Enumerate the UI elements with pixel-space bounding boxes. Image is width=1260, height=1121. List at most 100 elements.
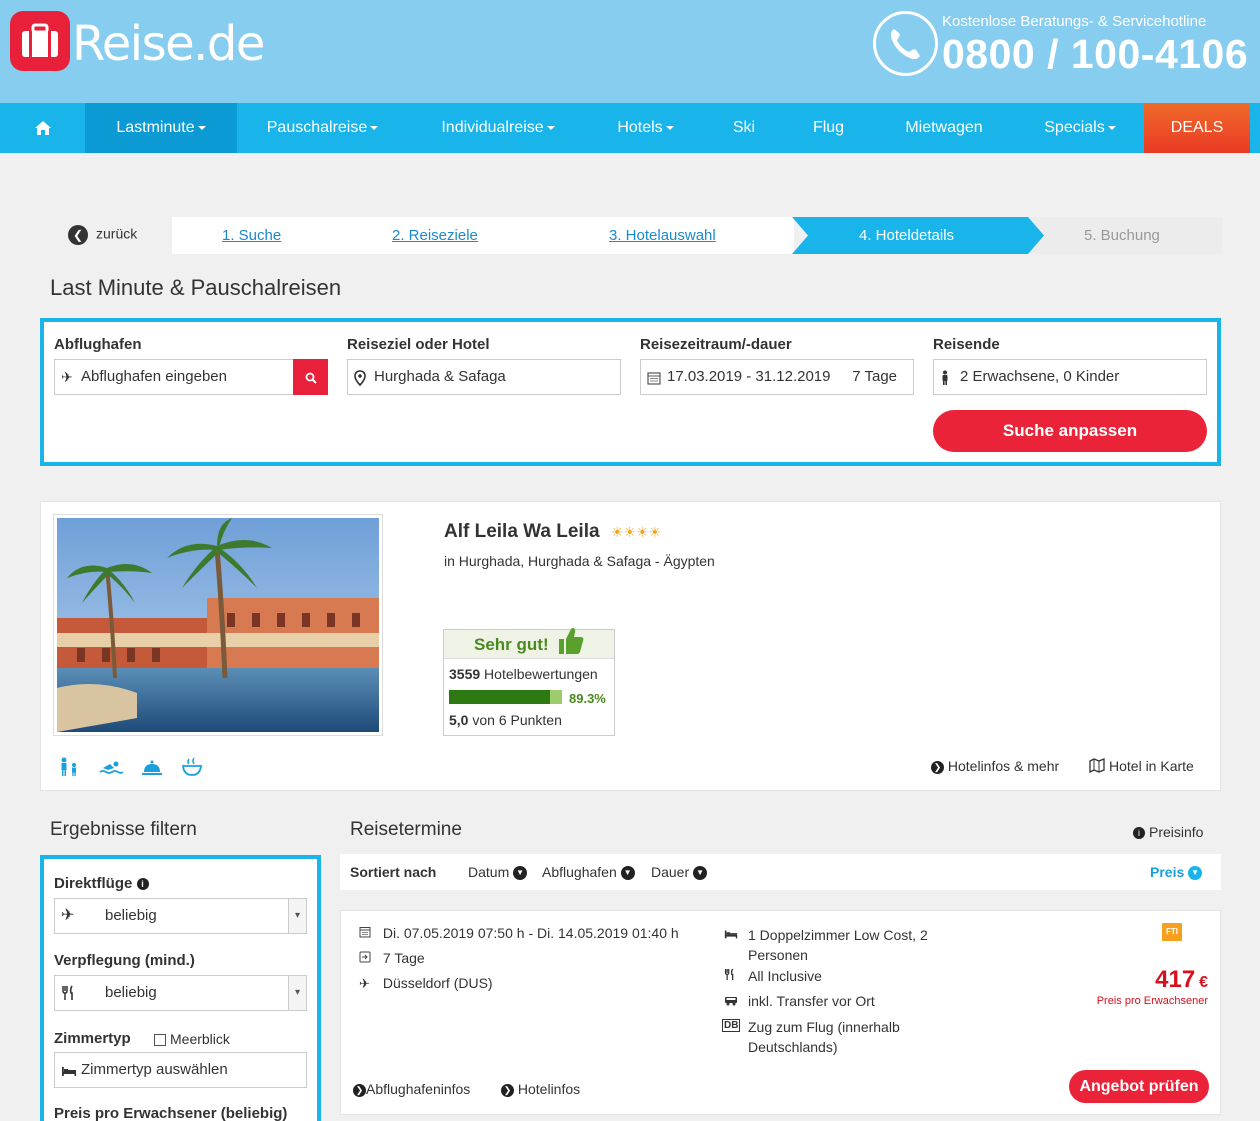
board-select[interactable]: beliebig ▾: [54, 975, 307, 1011]
nav-mietwagen[interactable]: Mietwagen: [872, 103, 1016, 153]
calendar-icon: [647, 360, 661, 394]
search-icon[interactable]: [293, 359, 328, 395]
offer-airport-text: Düsseldorf (DUS): [382, 975, 493, 991]
offer-dates: Di. 07.05.2019 07:50 h - Di. 14.05.2019 …: [359, 925, 679, 941]
nav-specials[interactable]: Specials: [1016, 103, 1144, 153]
sort-bar: Sortiert nach Datum ▼ Abflughafen ▼ Daue…: [340, 854, 1221, 890]
hotel-card: Alf Leila Wa Leila ☀☀☀☀ in Hurghada, Hur…: [40, 501, 1221, 791]
sort-duration[interactable]: Dauer ▼: [651, 864, 708, 881]
direct-flights-select[interactable]: ✈ beliebig ▾: [54, 898, 307, 934]
offer-transfer-text: inkl. Transfer vor Ort: [748, 993, 875, 1009]
board-label: Verpflegung (mind.): [54, 952, 195, 969]
board-value: beliebig: [105, 984, 157, 1001]
sort-airport[interactable]: Abflughafen ▼: [542, 864, 635, 881]
offer-dates-text: Di. 07.05.2019 07:50 h - Di. 14.05.2019 …: [382, 925, 679, 941]
site-logo[interactable]: Reise.de: [72, 14, 265, 74]
rating-header: Sehr gut!: [444, 628, 614, 659]
direct-flights-label: Direktflüge i: [54, 875, 149, 892]
step-suche[interactable]: 1. Suche: [222, 217, 281, 254]
offer-transfer: inkl. Transfer vor Ort: [724, 993, 875, 1009]
chevron-down-icon: ▾: [288, 899, 306, 933]
review-count-line: 3559 Hotelbewertungen: [449, 666, 598, 682]
nav-pauschalreise[interactable]: Pauschalreise: [237, 103, 408, 153]
nav-flug[interactable]: Flug: [785, 103, 872, 153]
check-offer-button[interactable]: Angebot prüfen: [1069, 1070, 1209, 1103]
sort-price[interactable]: Preis ▼: [1150, 864, 1203, 881]
offer-hotel-info-link[interactable]: ❯ Hotelinfos: [501, 1081, 580, 1097]
room-type-label: Zimmertyp: [54, 1030, 131, 1047]
destination-input[interactable]: Hurghada & Safaga: [347, 359, 621, 395]
period-value: 17.03.2019 - 31.12.2019: [667, 368, 831, 385]
calendar-icon: [359, 926, 373, 941]
nav-ski[interactable]: Ski: [703, 103, 785, 153]
nav-deals[interactable]: DEALS: [1144, 103, 1250, 153]
info-icon[interactable]: i: [136, 878, 149, 891]
nav-hotels[interactable]: Hotels: [588, 103, 703, 153]
results-title: Reisetermine: [350, 819, 462, 840]
offer-duration: 7 Tage: [359, 950, 425, 966]
hotel-name[interactable]: Alf Leila Wa Leila ☀☀☀☀: [444, 521, 661, 543]
direct-flights-value: beliebig: [105, 907, 157, 924]
search-form: Abflughafen ✈ Abflughafen eingeben Reise…: [40, 318, 1221, 466]
step-hoteldetails: 4. Hoteldetails: [859, 227, 955, 244]
hotline-label: Kostenlose Beratungs- & Servicehotline: [942, 13, 1207, 30]
main-nav: Lastminute Pauschalreise Individualreise…: [0, 103, 1260, 153]
chevron-left-icon: ❮: [68, 225, 88, 245]
room-type-placeholder: Zimmertyp auswählen: [81, 1061, 228, 1078]
travellers-input[interactable]: 2 Erwachsene, 0 Kinder: [933, 359, 1207, 395]
room-type-input[interactable]: Zimmertyp auswählen: [54, 1052, 307, 1088]
departure-input[interactable]: ✈ Abflughafen eingeben: [54, 359, 294, 395]
hotel-map-link[interactable]: Hotel in Karte: [1089, 758, 1194, 776]
search-submit-button[interactable]: Suche anpassen: [933, 410, 1207, 452]
sort-duration-label: Dauer: [651, 864, 690, 880]
step-reiseziele[interactable]: 2. Reiseziele: [392, 217, 478, 254]
travellers-value: 2 Erwachsene, 0 Kinder: [960, 368, 1120, 385]
step-hotelauswahl[interactable]: 3. Hotelauswahl: [609, 217, 716, 254]
offer-room: 1 Doppelzimmer Low Cost, 2 Personen: [724, 925, 964, 965]
sort-label: Sortiert nach: [350, 864, 437, 880]
period-input[interactable]: 17.03.2019 - 31.12.2019 7 Tage: [640, 359, 914, 395]
hotel-name-text: Alf Leila Wa Leila: [444, 521, 600, 542]
hotel-info-link[interactable]: ❯ Hotelinfos & mehr: [931, 758, 1059, 774]
family-icon: [59, 757, 81, 780]
departure-placeholder: Abflughafen eingeben: [81, 368, 227, 385]
chevron-down-icon: ▾: [288, 976, 306, 1010]
back-link[interactable]: ❮ zurück: [68, 225, 137, 245]
airport-info-label: Abflughafeninfos: [366, 1081, 471, 1097]
travellers-label: Reisende: [933, 336, 1000, 353]
chevron-down-icon: ▼: [693, 866, 708, 881]
duration-icon: [359, 951, 373, 966]
rating-box[interactable]: Sehr gut! 3559 Hotelbewertungen 89.3% 5,…: [443, 628, 615, 736]
recommend-bar-fill: [449, 690, 550, 704]
offer-price-currency: €: [1199, 974, 1208, 991]
offer-price-value: 417: [1155, 966, 1196, 993]
price-filter-label: Preis pro Erwachsener (beliebig): [54, 1105, 288, 1121]
hotel-photo[interactable]: [53, 514, 383, 736]
offer-hotel-info-label: Hotelinfos: [517, 1081, 581, 1097]
price-info-link[interactable]: i Preisinfo: [1133, 824, 1203, 840]
nav-individualreise[interactable]: Individualreise: [408, 103, 588, 153]
nav-lastminute[interactable]: Lastminute: [85, 103, 237, 153]
cutlery-icon: [724, 968, 744, 984]
bed-icon: [61, 1053, 77, 1087]
destination-label: Reiseziel oder Hotel: [347, 336, 490, 353]
seaview-label: Meerblick: [170, 1031, 230, 1047]
airport-info-link[interactable]: ❯ Abflughafeninfos: [353, 1081, 470, 1097]
person-icon: [940, 360, 950, 394]
cutlery-icon: [61, 976, 75, 1010]
offer-board: All Inclusive: [724, 968, 822, 984]
sort-airport-label: Abflughafen: [542, 864, 617, 880]
period-label: Reisezeitraum/-dauer: [640, 336, 792, 353]
score-value: 5,0: [449, 712, 469, 728]
offer-train: DB Zug zum Flug (innerhalb Deutschlands): [722, 1017, 964, 1057]
hotel-stars: ☀☀☀☀: [610, 524, 662, 540]
suitcase-logo-icon[interactable]: [10, 11, 70, 71]
home-icon[interactable]: [0, 103, 85, 153]
rating-label: Sehr gut!: [474, 635, 549, 654]
checkbox-box: [154, 1034, 166, 1047]
bed-icon: [724, 925, 738, 945]
sort-date[interactable]: Datum ▼: [468, 864, 528, 881]
seaview-checkbox[interactable]: Meerblick: [154, 1031, 230, 1047]
offer-duration-text: 7 Tage: [382, 950, 425, 966]
hotline-number[interactable]: 0800 / 100-4106: [942, 30, 1248, 78]
